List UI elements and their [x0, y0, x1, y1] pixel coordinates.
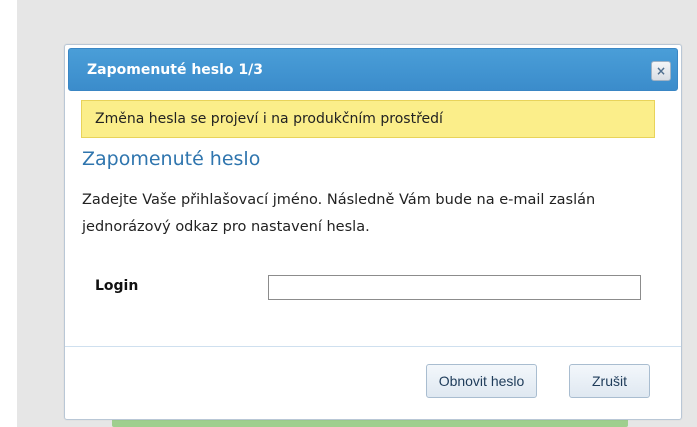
footer-divider: [65, 346, 681, 347]
reset-password-button[interactable]: Obnovit heslo: [426, 364, 537, 398]
login-input[interactable]: [268, 275, 641, 300]
instructions-text: Zadejte Vaše přihlašovací jméno. Následn…: [82, 192, 596, 235]
close-button[interactable]: ×: [651, 61, 671, 81]
dialog-title: Zapomenuté heslo 1/3: [87, 62, 263, 78]
close-icon: ×: [655, 64, 667, 78]
section-heading: Zapomenuté heslo: [82, 148, 261, 170]
cancel-button[interactable]: Zrušit: [569, 364, 650, 398]
login-label: Login: [95, 278, 139, 294]
warning-banner: Změna hesla se projeví i na produkčním p…: [81, 100, 655, 138]
forgot-password-dialog: Zapomenuté heslo 1/3 × Změna hesla se pr…: [64, 44, 682, 420]
dialog-titlebar: Zapomenuté heslo 1/3 ×: [68, 48, 678, 91]
warning-text: Změna hesla se projeví i na produkčním p…: [95, 111, 443, 127]
